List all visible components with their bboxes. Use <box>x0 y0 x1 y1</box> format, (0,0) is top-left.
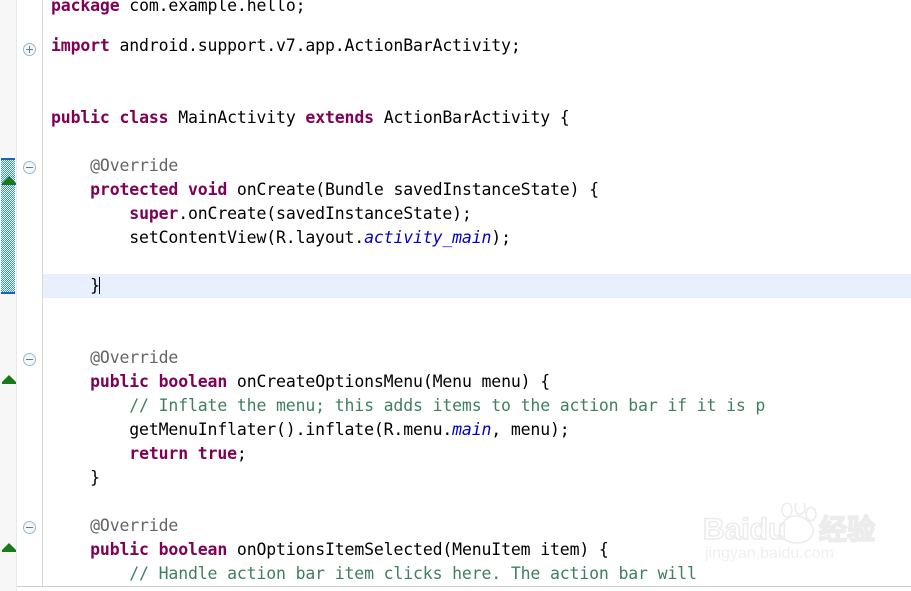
fold-marker-import[interactable] <box>23 43 36 56</box>
fold-marker-vertical-stroke <box>29 46 30 53</box>
code-token-kw: boolean <box>158 372 228 391</box>
editor-bottom-edge <box>17 586 911 591</box>
code-line[interactable]: // Inflate the menu; this adds items to … <box>43 394 911 418</box>
method-marker-oncreateoptionsmenu[interactable] <box>2 375 16 384</box>
code-token-kw: super <box>129 204 179 223</box>
code-line-content: package com.example.hello; <box>43 0 306 18</box>
fold-marker-oncreate[interactable] <box>23 161 36 174</box>
fold-marker-horizontal-stroke <box>26 359 33 360</box>
code-line-content: @Override <box>43 154 178 178</box>
code-token-plain: , menu); <box>491 420 570 439</box>
code-token-cmt: // Handle action bar item clicks here. T… <box>51 564 697 583</box>
method-marker-onoptionsitemselected[interactable] <box>2 543 16 552</box>
code-token-kw: void <box>188 180 228 199</box>
code-line-content: @Override <box>43 346 178 370</box>
code-token-kw: import <box>51 36 110 55</box>
code-line-content: import android.support.v7.app.ActionBarA… <box>43 34 521 58</box>
method-marker-oncreate[interactable] <box>2 176 16 185</box>
code-line-content: public boolean onCreateOptionsMenu(Menu … <box>43 370 550 394</box>
code-line-content: getMenuInflater().inflate(R.menu.main, m… <box>43 418 570 442</box>
fold-marker-horizontal-stroke <box>26 167 33 168</box>
code-line[interactable]: setContentView(R.layout.activity_main); <box>43 226 911 250</box>
code-token-plain: onCreate(Bundle savedInstanceState) { <box>227 180 599 199</box>
code-token-kw: extends <box>305 108 374 127</box>
code-line-content: // Handle action bar item clicks here. T… <box>43 562 697 586</box>
code-line[interactable]: super.onCreate(savedInstanceState); <box>43 202 911 226</box>
code-token-kw: public <box>51 108 110 127</box>
code-line[interactable]: public class MainActivity extends Action… <box>43 106 911 130</box>
code-token-plain: MainActivity <box>168 108 306 127</box>
code-token-ann: @Override <box>51 348 179 367</box>
code-line[interactable]: import android.support.v7.app.ActionBarA… <box>43 34 911 58</box>
code-token-plain: } <box>51 468 100 487</box>
code-line[interactable]: getMenuInflater().inflate(R.menu.main, m… <box>43 418 911 442</box>
code-line[interactable]: protected void onCreate(Bundle savedInst… <box>43 178 911 202</box>
code-token-plain: onOptionsItemSelected(MenuItem item) { <box>227 540 609 559</box>
code-line[interactable]: } <box>43 274 911 298</box>
text-caret <box>98 277 100 294</box>
code-line-content: public class MainActivity extends Action… <box>43 106 570 130</box>
code-line[interactable]: @Override <box>43 346 911 370</box>
code-token-kw: boolean <box>158 540 228 559</box>
code-line-content: } <box>43 466 100 490</box>
code-line[interactable]: @Override <box>43 154 911 178</box>
code-token-kw: public <box>90 372 149 391</box>
code-line[interactable]: package com.example.hello; <box>43 0 911 18</box>
code-token-kw: return <box>129 444 188 463</box>
fold-marker-horizontal-stroke <box>26 527 33 528</box>
code-line[interactable]: @Override <box>43 514 911 538</box>
code-token-kw: true <box>197 444 237 463</box>
code-token-plain: ; <box>236 444 247 463</box>
fold-marker-onoptionsitemselected[interactable] <box>23 521 36 534</box>
code-token-plain: android.support.v7.app.ActionBarActivity… <box>109 36 521 55</box>
code-line-content: setContentView(R.layout.activity_main); <box>43 226 511 250</box>
code-token-cmt: // Inflate the menu; this adds items to … <box>51 396 766 415</box>
code-line-content: public boolean onOptionsItemSelected(Men… <box>43 538 609 562</box>
code-line[interactable]: return true; <box>43 442 911 466</box>
code-editor[interactable]: package com.example.hello; import android… <box>0 0 911 591</box>
code-line[interactable]: public boolean onCreateOptionsMenu(Menu … <box>43 370 911 394</box>
code-line-content: @Override <box>43 514 178 538</box>
code-token-plain: ActionBarActivity { <box>373 108 570 127</box>
change-ruler[interactable] <box>0 0 17 591</box>
code-token-ann: @Override <box>51 516 179 535</box>
code-token-ann: @Override <box>51 156 179 175</box>
code-line-content: // Inflate the menu; this adds items to … <box>43 394 765 418</box>
code-token-plain: setContentView(R.layout. <box>51 228 365 247</box>
folding-gutter[interactable] <box>17 0 43 591</box>
code-line[interactable]: public boolean onOptionsItemSelected(Men… <box>43 538 911 562</box>
code-token-kw: public <box>90 540 149 559</box>
code-line[interactable]: } <box>43 466 911 490</box>
code-token-kw: class <box>119 108 169 127</box>
code-token-field: main <box>452 420 492 439</box>
code-line-content: } <box>43 274 100 298</box>
code-token-plain: .onCreate(savedInstanceState); <box>178 204 472 223</box>
code-token-field: activity_main <box>364 228 492 247</box>
code-token-kw: package <box>51 0 120 15</box>
code-line-content: return true; <box>43 442 247 466</box>
fold-marker-oncreateoptionsmenu[interactable] <box>23 353 36 366</box>
code-line-content: super.onCreate(savedInstanceState); <box>43 202 472 226</box>
code-line[interactable]: // Handle action bar item clicks here. T… <box>43 562 911 586</box>
code-line-content: protected void onCreate(Bundle savedInst… <box>43 178 599 202</box>
code-token-plain: onCreateOptionsMenu(Menu menu) { <box>227 372 551 391</box>
code-token-plain: getMenuInflater().inflate(R.menu. <box>51 420 453 439</box>
code-surface[interactable]: package com.example.hello; import android… <box>43 0 911 591</box>
code-token-plain: ); <box>491 228 511 247</box>
code-token-kw: protected <box>90 180 179 199</box>
code-token-plain: com.example.hello; <box>119 0 306 15</box>
code-token-plain: } <box>51 276 100 295</box>
